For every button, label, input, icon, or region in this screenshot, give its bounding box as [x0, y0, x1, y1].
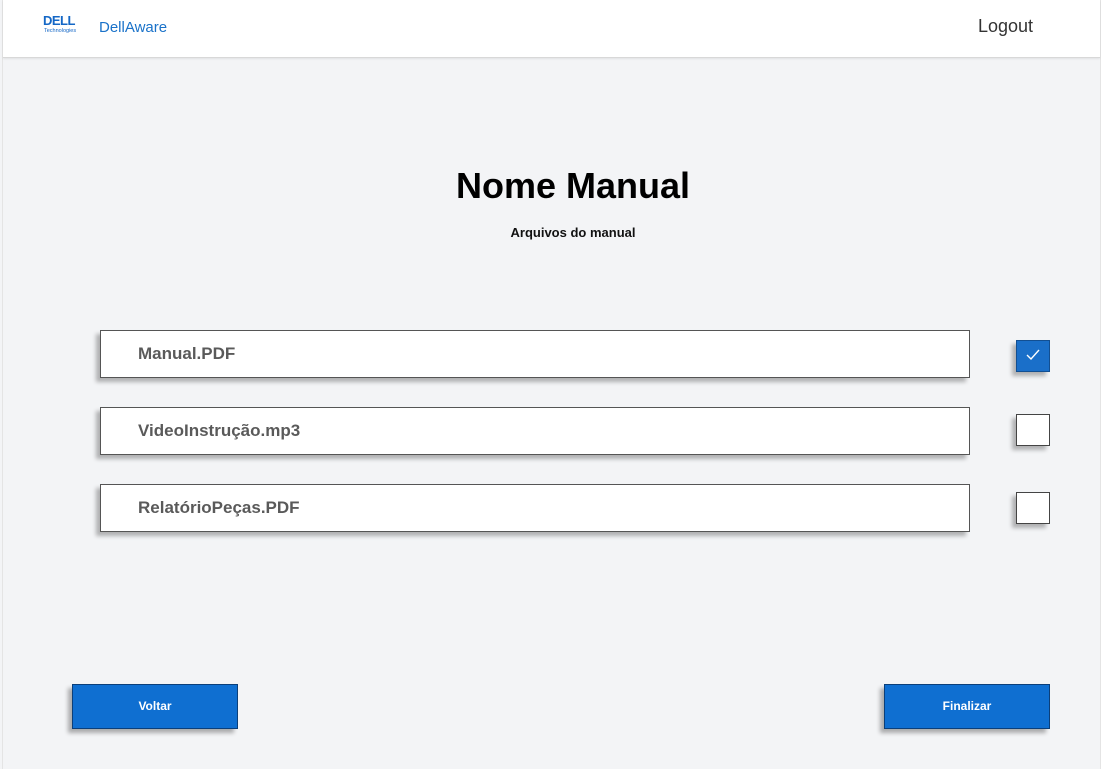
page-subtitle: Arquivos do manual: [510, 225, 636, 240]
logout-link[interactable]: Logout: [978, 14, 1033, 38]
top-bar: DELL Technologies DellAware Logout: [3, 0, 1100, 58]
dell-logo-text: DELL: [43, 13, 75, 28]
file-name: Manual.PDF: [138, 344, 236, 363]
file-name: RelatórioPeças.PDF: [138, 498, 300, 517]
file-row-video[interactable]: VideoInstrução.mp3: [100, 407, 970, 455]
back-button[interactable]: Voltar: [72, 684, 238, 729]
dell-logo-subtext: Technologies: [44, 28, 77, 34]
file-checkbox-report[interactable]: [1016, 492, 1050, 524]
file-row-manual[interactable]: Manual.PDF: [100, 330, 970, 378]
app-frame: DELL Technologies DellAware Logout Nome …: [2, 0, 1101, 769]
file-checkbox-manual[interactable]: [1016, 340, 1050, 372]
file-row-report[interactable]: RelatórioPeças.PDF: [100, 484, 970, 532]
finish-button[interactable]: Finalizar: [884, 684, 1050, 729]
file-name: VideoInstrução.mp3: [138, 421, 301, 440]
brand-name: DellAware: [99, 19, 168, 36]
page-title: Nome Manual: [455, 165, 691, 206]
dell-logo: DELL Technologies: [43, 14, 87, 40]
checkmark-icon: [1026, 349, 1040, 361]
file-checkbox-video[interactable]: [1016, 414, 1050, 446]
